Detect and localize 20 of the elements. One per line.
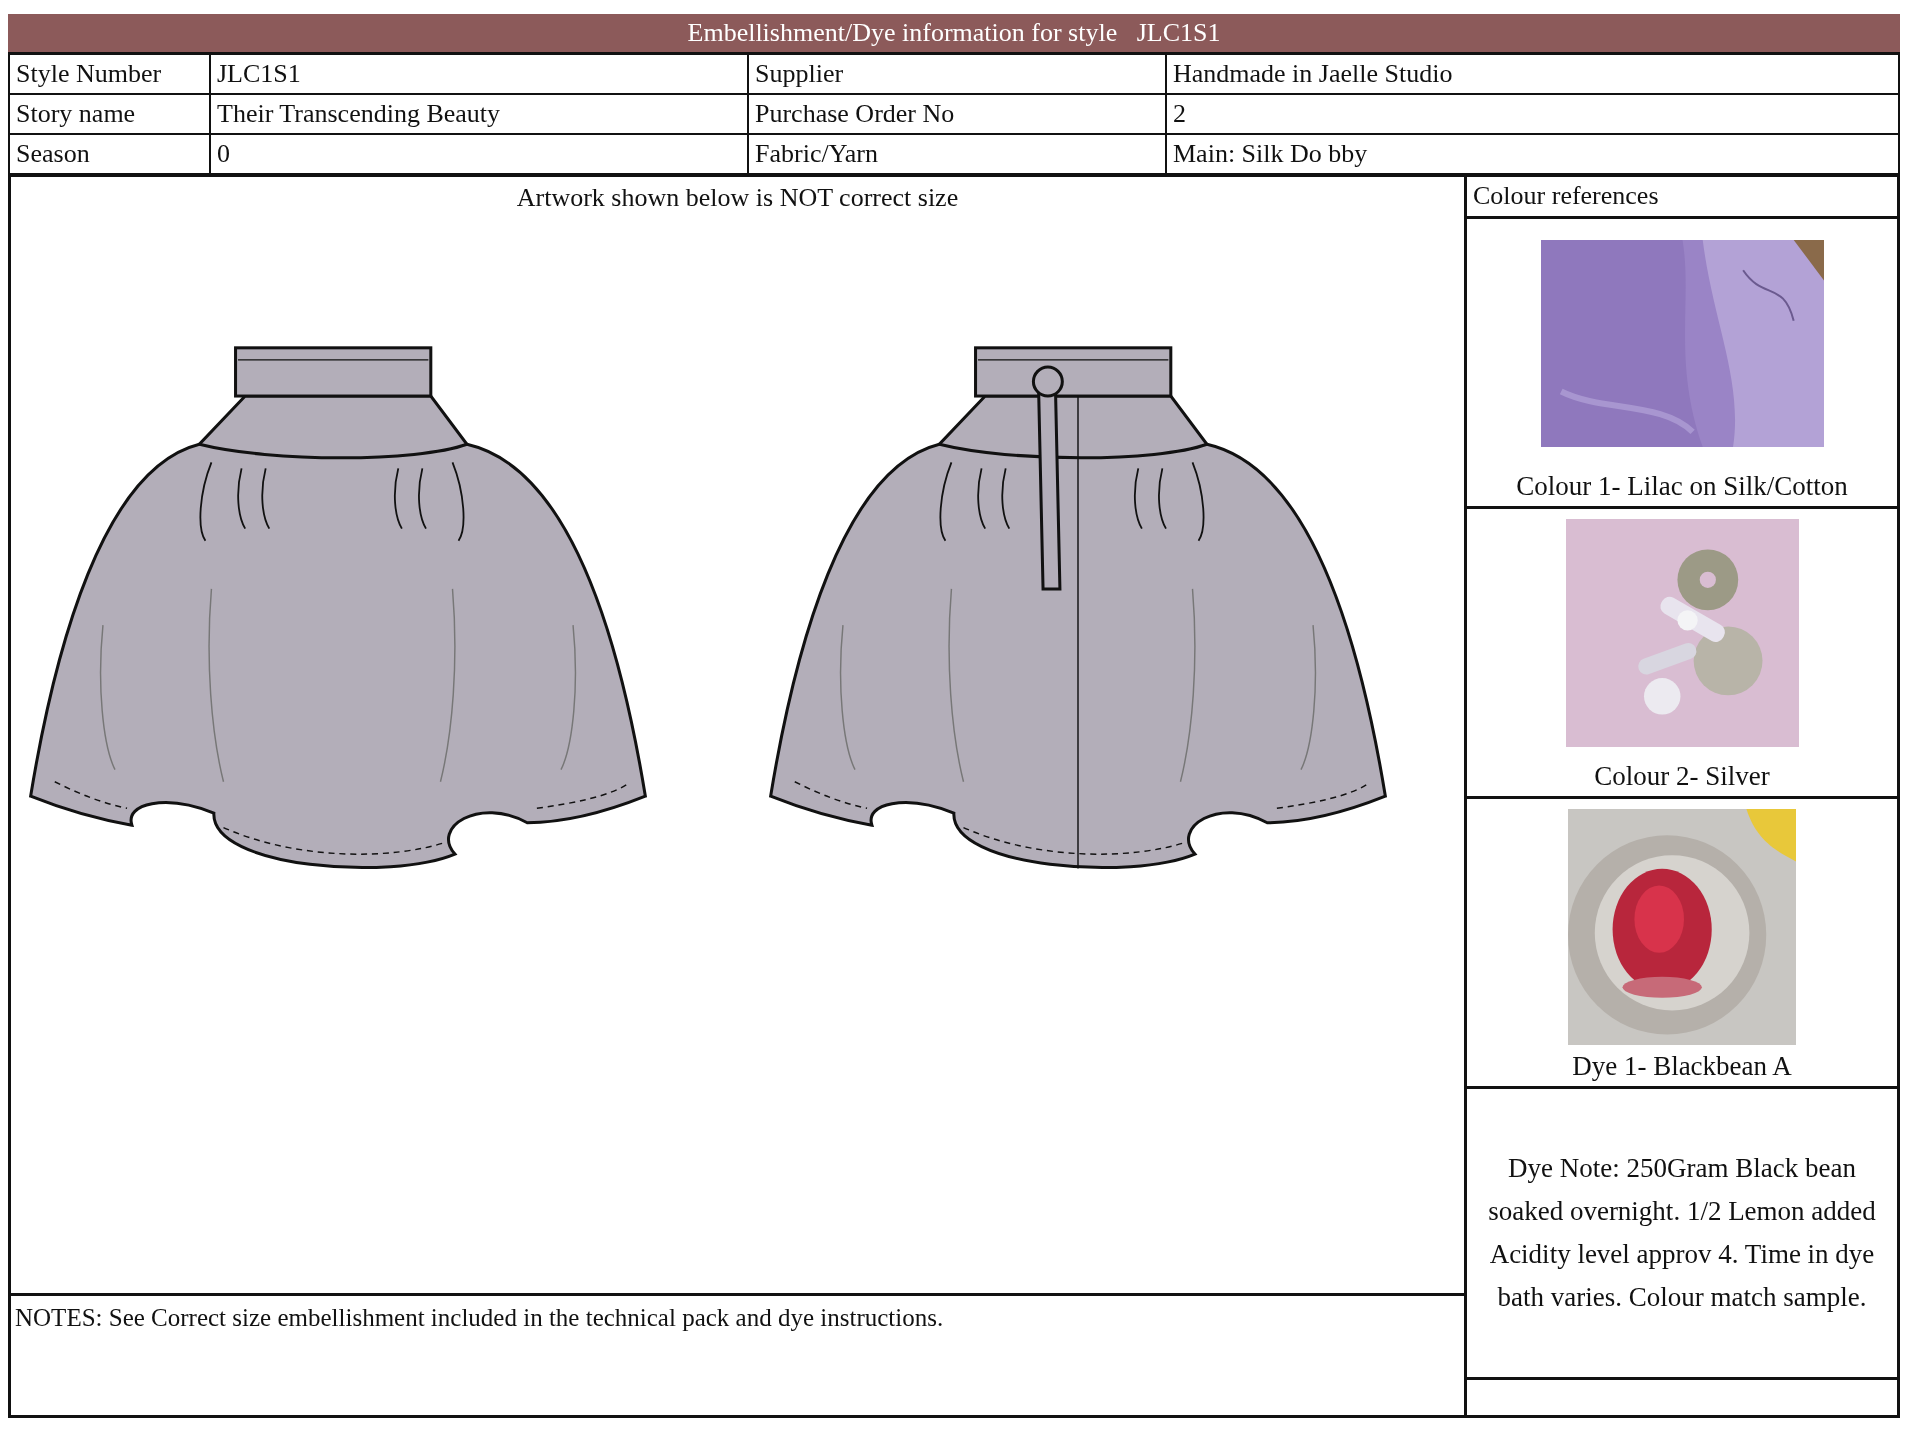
field-label: Season [10, 135, 211, 173]
field-value: 2 [1167, 95, 1898, 135]
field-label: Story name [10, 95, 211, 135]
field-label: Purchase Order No [749, 95, 1167, 135]
field-label: Style Number [10, 55, 211, 95]
field-value: Their Transcending Beauty [211, 95, 749, 135]
field-value: JLC1S1 [211, 55, 749, 95]
colour-references-heading: Colour references [1467, 177, 1897, 219]
swatch-caption: Colour 2- Silver [1594, 761, 1770, 792]
field-label: Fabric/Yarn [749, 135, 1167, 173]
field-value: Handmade in Jaelle Studio [1167, 55, 1898, 95]
field-label: Supplier [749, 55, 1167, 95]
sheet-title: Embellishment/Dye information for style JLC1S1 [8, 14, 1900, 52]
swatch-caption: Dye 1- Blackbean A [1572, 1051, 1792, 1082]
field-value: 0 [211, 135, 749, 173]
notes-text: NOTES: See Correct size embellishment included in the technical pack and dye instructions. [11, 1293, 1464, 1415]
dye-note-text: Dye Note: 250Gram Black bean soaked overnight. 1/2 Lemon added Acidity level approv 4. Time in dye bath varies. Colour match sample. [1487, 1152, 1877, 1314]
swatch-caption: Colour 1- Lilac on Silk/Cotton [1516, 471, 1848, 502]
field-value: Main: Silk Do bby [1172, 138, 1369, 170]
artwork-heading: Artwork shown below is NOT correct size [516, 183, 959, 213]
